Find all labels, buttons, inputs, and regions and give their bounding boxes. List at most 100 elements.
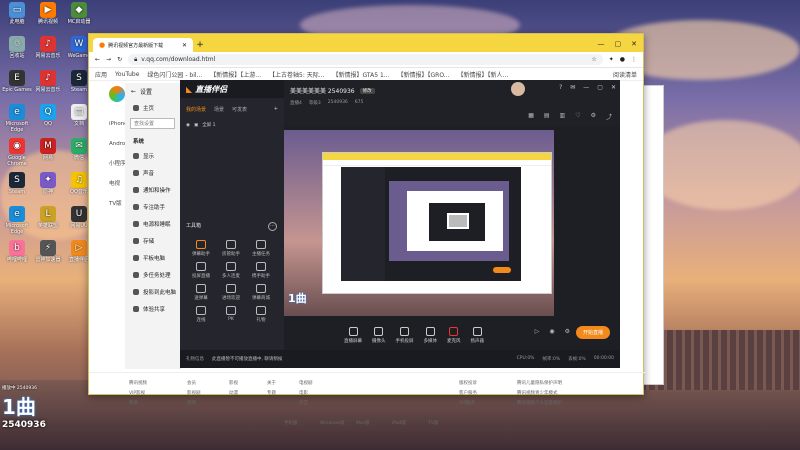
source-button[interactable]: 手机投屏 xyxy=(396,326,414,344)
settings-nav-item[interactable]: 声音 xyxy=(125,164,180,181)
footer-platform[interactable]: iPad版 xyxy=(392,420,406,426)
gift-icon[interactable]: ▦ xyxy=(528,112,534,121)
footer-link[interactable]: 综艺 xyxy=(299,400,308,406)
bookmark-item[interactable]: 【新情报】【新人... xyxy=(458,70,509,79)
settings-nav-item[interactable]: 专注助手 xyxy=(125,198,180,215)
footer-platform[interactable]: 手机版 xyxy=(284,420,298,426)
footer-platform[interactable]: TV版 xyxy=(428,420,438,426)
stream-preview[interactable]: 1曲 xyxy=(284,130,554,316)
footer-service[interactable]: 客户服务 xyxy=(459,390,477,396)
desktop-icon[interactable]: M 网易 xyxy=(33,138,63,161)
bookmark-item[interactable]: 【新情报】【GRO... xyxy=(398,70,450,79)
source-button[interactable]: 麦克风 xyxy=(447,326,461,344)
tool-button[interactable]: 进场欢迎 xyxy=(218,284,244,301)
footer-legal[interactable]: 腾讯视频个人信息保护 xyxy=(517,400,562,406)
star-icon[interactable]: ☆ xyxy=(591,56,596,63)
desktop-icon[interactable]: S Steam xyxy=(2,172,32,195)
eye-icon[interactable]: ◉ xyxy=(186,123,190,128)
share-icon[interactable]: ⤴ xyxy=(606,112,612,121)
footer-link[interactable]: 影视剧 xyxy=(187,390,201,396)
record-icon[interactable]: ▷ xyxy=(535,328,540,335)
footer-link[interactable]: 电视剧 xyxy=(299,380,313,386)
source-button[interactable]: 扬声器 xyxy=(471,326,484,344)
bookmark-item[interactable]: 【新情报】GTA5 1... xyxy=(332,70,389,79)
desktop-icon[interactable]: b 哔哩哔哩 xyxy=(2,240,32,263)
maximize-icon[interactable]: ▢ xyxy=(597,84,603,91)
desktop-icon[interactable]: ▭ 此电脑 xyxy=(2,2,32,25)
footer-service[interactable]: VIP服务 xyxy=(459,400,475,406)
tool-button[interactable]: 弹幕商城 xyxy=(248,284,274,301)
lock-icon[interactable]: ▤ xyxy=(544,112,550,121)
tool-button[interactable]: 送弹幕 xyxy=(188,284,214,301)
footer-link[interactable]: 游戏 xyxy=(187,400,196,406)
footer-legal[interactable]: 腾讯儿童隐私保护声明 xyxy=(517,380,562,386)
tool-button[interactable]: 多人连麦 xyxy=(218,262,244,279)
desktop-icon[interactable]: ⚡ 雷神加速器 xyxy=(33,240,63,263)
back-icon[interactable]: ← xyxy=(131,88,136,95)
footer-service[interactable]: 版权投诉 xyxy=(459,380,477,386)
tool-button[interactable]: 携手助手 xyxy=(248,262,274,279)
source-button[interactable]: 直播屏幕 xyxy=(344,326,362,344)
extensions-icon[interactable]: ✦ xyxy=(609,56,614,63)
footer-platform[interactable]: Windows版 xyxy=(320,420,345,426)
settings-nav-item[interactable]: 存储 xyxy=(125,232,180,249)
source-button[interactable]: 多媒体 xyxy=(424,326,437,344)
close-icon[interactable]: ✕ xyxy=(611,84,616,91)
desktop-icon[interactable]: ▶ 腾讯视频 xyxy=(33,2,63,25)
settings-home[interactable]: 主页 xyxy=(125,99,180,116)
add-scene-icon[interactable]: + xyxy=(274,106,278,113)
forward-icon[interactable]: → xyxy=(106,56,111,63)
scene-tab[interactable]: 场景 xyxy=(214,106,224,113)
settings-nav-item[interactable]: 显示 xyxy=(125,147,180,164)
desktop-icon[interactable]: E Epic Games xyxy=(2,70,32,93)
footer-link[interactable]: 影视 xyxy=(229,380,238,386)
settings-search-input[interactable]: 查找设置 xyxy=(130,118,175,129)
desktop-icon[interactable]: Q QQ xyxy=(33,104,63,127)
bookmark-item[interactable]: 应用 xyxy=(95,70,107,79)
url-field[interactable]: 🔒︎ v.qq.com/download.html ☆ xyxy=(128,54,603,65)
message-icon[interactable]: ✉ xyxy=(570,84,575,91)
room-edit-tag[interactable]: 修改 xyxy=(359,87,375,94)
bookmark-item[interactable]: YouTube xyxy=(115,71,139,78)
scene-tab[interactable]: 可发表 xyxy=(232,106,247,113)
settings-nav-item[interactable]: 体验共享 xyxy=(125,300,180,317)
reload-icon[interactable]: ↻ xyxy=(117,56,122,63)
minimize-icon[interactable]: — xyxy=(598,40,605,48)
maximize-icon[interactable]: ▢ xyxy=(615,40,622,48)
desktop-icon[interactable]: ◆ MC启动器 xyxy=(64,2,94,25)
desktop-icon[interactable]: ♪ 网易云音乐 xyxy=(33,70,63,93)
desktop-icon[interactable]: e Microsoft Edge xyxy=(2,104,32,133)
settings-icon[interactable]: ⚙ xyxy=(591,112,596,121)
close-window-icon[interactable]: ✕ xyxy=(631,40,637,48)
tool-button[interactable]: 礼物 xyxy=(248,306,274,323)
avatar[interactable] xyxy=(511,82,525,96)
footer-link[interactable]: 专题 xyxy=(267,390,276,396)
help-icon[interactable]: ? xyxy=(559,84,562,91)
settings-nav-item[interactable]: 投影到此电脑 xyxy=(125,283,180,300)
desktop-icon[interactable]: ◉ Google Chrome xyxy=(2,138,32,167)
menu-icon[interactable]: ⋮ xyxy=(631,56,637,63)
scene-item-label[interactable]: 全屏 1 xyxy=(202,122,215,128)
bookmark-item[interactable]: 绿色闪门公园 - bil... xyxy=(147,70,202,79)
bookmark-item[interactable]: 【新情报】【上游... xyxy=(210,70,261,79)
tool-button[interactable]: 弹幕助手 xyxy=(188,240,214,257)
tool-button[interactable]: 投屏直播 xyxy=(188,262,214,279)
settings-icon[interactable]: ⚙ xyxy=(565,328,570,335)
settings-nav-item[interactable]: 平板电脑 xyxy=(125,249,180,266)
tool-button[interactable]: 房管助手 xyxy=(218,240,244,257)
desktop-icon[interactable]: L 英雄联盟 xyxy=(33,206,63,229)
reading-list[interactable]: 阅读清单 xyxy=(613,70,637,79)
eye-icon[interactable]: ◉ xyxy=(549,328,554,335)
desktop-icon[interactable]: e Microsoft Edge xyxy=(2,206,32,235)
desktop-icon[interactable]: ♪ 网易云音乐 xyxy=(33,36,63,59)
desktop-icon[interactable]: ♲ 回收站 xyxy=(2,36,32,59)
footer-link[interactable]: 电影 xyxy=(299,390,308,396)
bookmark-item[interactable]: 【上古卷轴5: 天际... xyxy=(269,70,324,79)
footer-link[interactable]: VIP影视 xyxy=(129,390,145,396)
tool-button[interactable]: 主播任务 xyxy=(248,240,274,257)
settings-nav-item[interactable]: 通知和操作 xyxy=(125,181,180,198)
footer-link[interactable]: 会员 xyxy=(187,380,196,386)
footer-link[interactable]: 腾讯视频 xyxy=(129,380,147,386)
footer-link[interactable]: 动漫 xyxy=(229,390,238,396)
footer-link[interactable]: 帮助 xyxy=(129,400,138,406)
